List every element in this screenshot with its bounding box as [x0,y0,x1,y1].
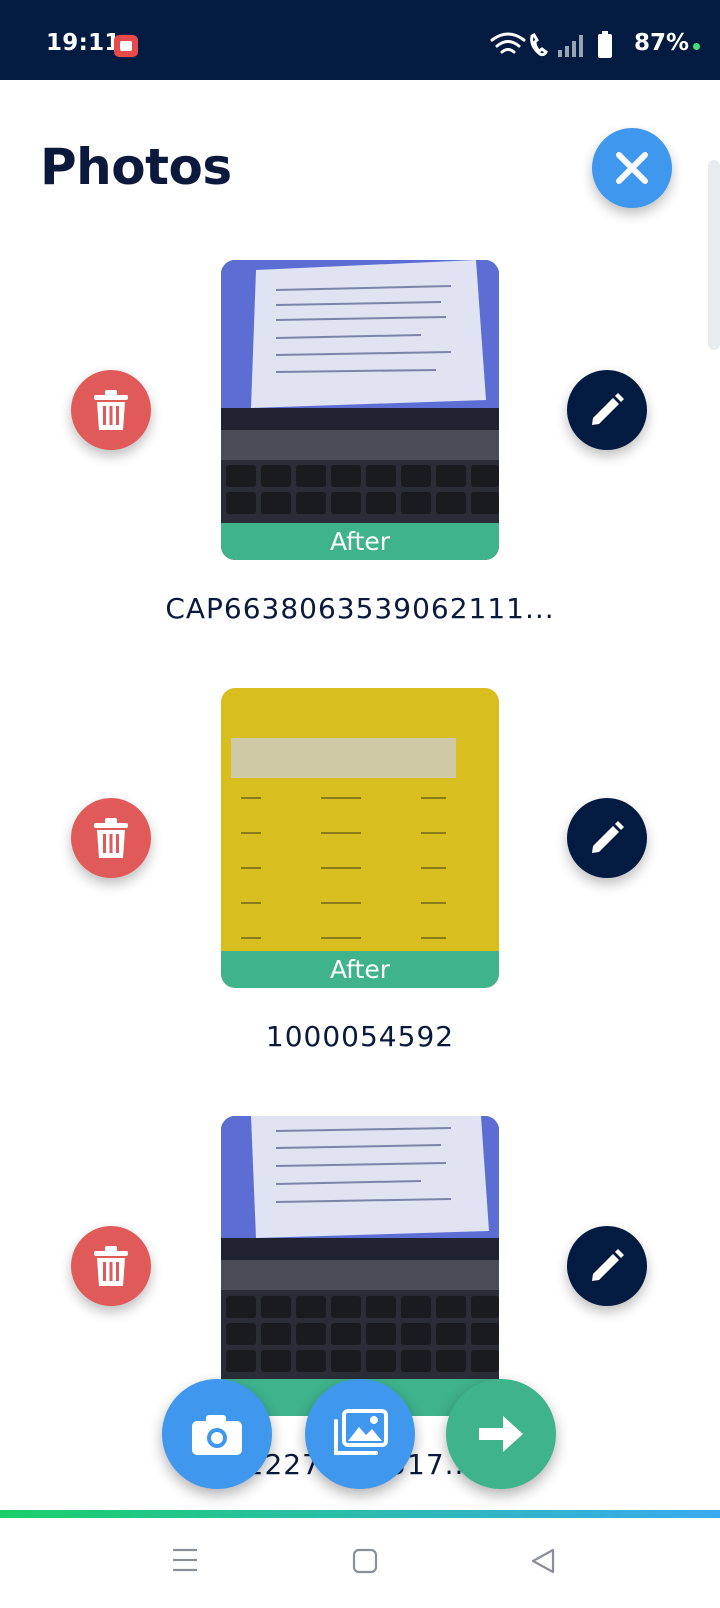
privacy-indicator-dot [693,43,700,50]
trash-icon [94,390,128,430]
close-button[interactable] [592,128,672,208]
edit-photo-button[interactable] [567,1226,647,1306]
photo-label: After [221,951,499,988]
camera-button[interactable] [162,1379,272,1489]
menu-icon[interactable] [172,1548,198,1572]
status-time: 19:11 [46,30,121,56]
gallery-icon [334,1409,388,1455]
wifi-icon [490,32,526,54]
close-icon [616,152,648,184]
delete-photo-button[interactable] [71,798,151,878]
screen-record-icon [114,35,138,57]
photo-label: After [221,523,499,560]
photo-image [221,688,499,988]
edit-photo-button[interactable] [567,798,647,878]
pencil-icon [592,393,624,425]
scrollbar[interactable] [708,160,720,350]
home-icon[interactable] [352,1548,378,1574]
battery-icon [598,31,612,58]
pencil-icon [592,821,624,853]
photo-filename: 1000054592 [265,1020,455,1053]
edit-photo-button[interactable] [567,370,647,450]
trash-icon [94,818,128,858]
wifi-call-icon [530,33,548,57]
photo-thumbnail[interactable]: After [221,1116,499,1416]
next-button[interactable] [446,1379,556,1489]
system-nav-bar [0,1518,720,1608]
delete-photo-button[interactable] [71,1226,151,1306]
photo-image [221,1116,499,1416]
page-title: Photos [40,138,232,196]
photo-image [221,260,499,560]
signal-icon [558,35,583,57]
arrow-right-icon [479,1416,523,1452]
pencil-icon [592,1249,624,1281]
status-bar: 19:11 87% [0,0,720,80]
back-icon[interactable] [530,1548,556,1574]
battery-level: 87% [634,30,690,56]
status-icons [490,31,612,58]
camera-icon [192,1415,242,1455]
progress-bar [0,1510,720,1518]
photo-thumbnail[interactable]: After [221,688,499,988]
trash-icon [94,1246,128,1286]
photo-filename: CAP6638063539062111... [165,592,555,625]
gallery-button[interactable] [305,1379,415,1489]
delete-photo-button[interactable] [71,370,151,450]
photo-thumbnail[interactable]: After [221,260,499,560]
